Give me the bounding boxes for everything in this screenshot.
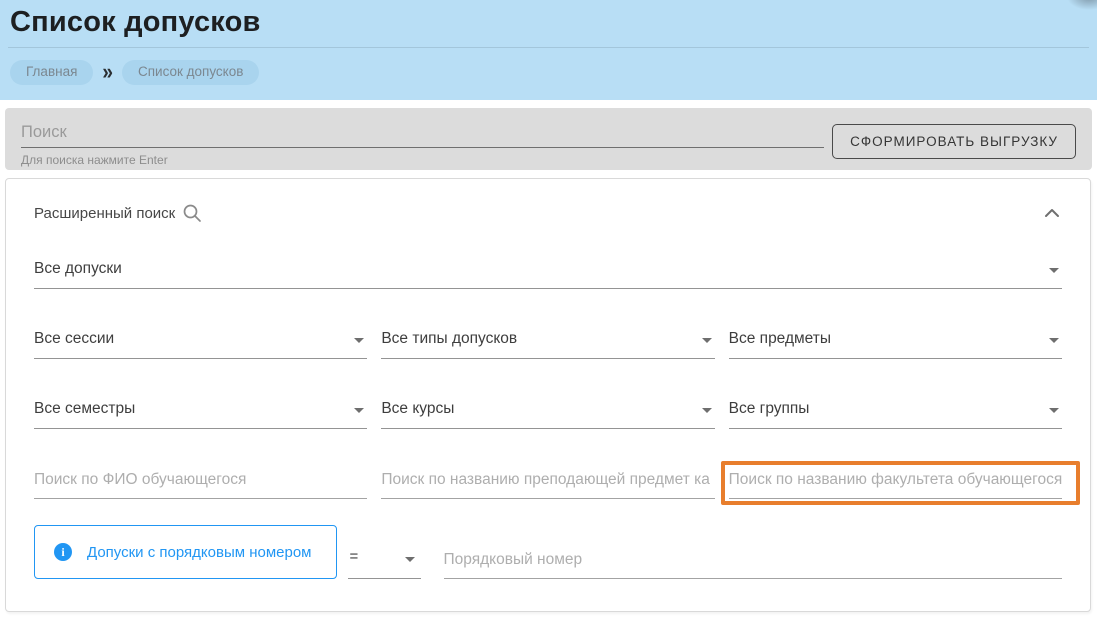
select-groups[interactable]: Все группы	[729, 400, 1062, 429]
breadcrumb-item-home[interactable]: Главная	[10, 60, 93, 85]
search-helper-text: Для поиска нажмите Enter	[21, 148, 824, 167]
select-courses-value: Все курсы	[381, 400, 696, 418]
search-input[interactable]	[21, 121, 824, 148]
ordinal-number-field	[444, 550, 1063, 579]
page-header: Список допусков Главная » Список допуско…	[0, 0, 1097, 100]
advanced-search-header: Расширенный поиск	[6, 179, 1090, 223]
select-sessions[interactable]: Все сессии	[34, 330, 367, 359]
chevron-down-icon	[1049, 338, 1059, 343]
select-admissions-value: Все допуски	[34, 260, 1044, 278]
select-admissions[interactable]: Все допуски	[34, 260, 1062, 289]
teaching-department-field	[381, 470, 714, 499]
ordinal-operator-value: =	[350, 548, 359, 565]
page-title: Список допусков	[8, 4, 1089, 47]
quick-search-bar: Для поиска нажмите Enter СФОРМИРОВАТЬ ВЫ…	[5, 108, 1092, 170]
filter-rows: Все допуски Все сессии Все типы допусков…	[6, 260, 1090, 579]
chevron-down-icon	[1049, 408, 1059, 413]
select-semesters-value: Все семестры	[34, 400, 349, 418]
breadcrumb: Главная » Список допусков	[8, 60, 1089, 85]
chevron-down-icon	[354, 408, 364, 413]
student-name-field	[34, 470, 367, 499]
chevron-down-icon	[1049, 268, 1059, 273]
collapse-chevron-up-icon[interactable]	[1042, 206, 1062, 220]
select-admission-types-value: Все типы допусков	[381, 330, 696, 348]
select-admission-types[interactable]: Все типы допусков	[381, 330, 714, 359]
chevron-down-icon	[702, 338, 712, 343]
chevron-down-icon	[702, 408, 712, 413]
advanced-search-title: Расширенный поиск	[34, 205, 175, 222]
select-sessions-value: Все сессии	[34, 330, 349, 348]
chevron-down-icon	[405, 557, 415, 562]
advanced-search-panel: Расширенный поиск Все допуски Все сессии	[5, 178, 1091, 612]
ordinal-number-input[interactable]	[444, 550, 1063, 579]
teaching-department-input[interactable]	[381, 470, 714, 499]
breadcrumb-separator-icon: »	[102, 61, 113, 83]
breadcrumb-item-current[interactable]: Список допусков	[122, 60, 259, 85]
header-divider	[8, 47, 1089, 48]
student-faculty-input[interactable]	[729, 470, 1062, 499]
ordinal-operator-select[interactable]: =	[348, 548, 421, 579]
student-name-input[interactable]	[34, 470, 367, 499]
select-subjects-value: Все предметы	[729, 330, 1044, 348]
search-field: Для поиска нажмите Enter	[21, 118, 824, 164]
select-courses[interactable]: Все курсы	[381, 400, 714, 429]
select-subjects[interactable]: Все предметы	[729, 330, 1062, 359]
select-groups-value: Все группы	[729, 400, 1044, 418]
ordinal-filter-row: i Допуски с порядковым номером =	[34, 525, 1062, 579]
chevron-down-icon	[354, 338, 364, 343]
ordinal-toggle-button[interactable]: i Допуски с порядковым номером	[34, 525, 337, 579]
export-button[interactable]: СФОРМИРОВАТЬ ВЫГРУЗКУ	[832, 124, 1076, 159]
student-faculty-field	[729, 470, 1062, 499]
info-icon: i	[54, 543, 72, 561]
ordinal-toggle-label: Допуски с порядковым номером	[87, 544, 312, 561]
search-icon	[182, 203, 202, 223]
select-semesters[interactable]: Все семестры	[34, 400, 367, 429]
